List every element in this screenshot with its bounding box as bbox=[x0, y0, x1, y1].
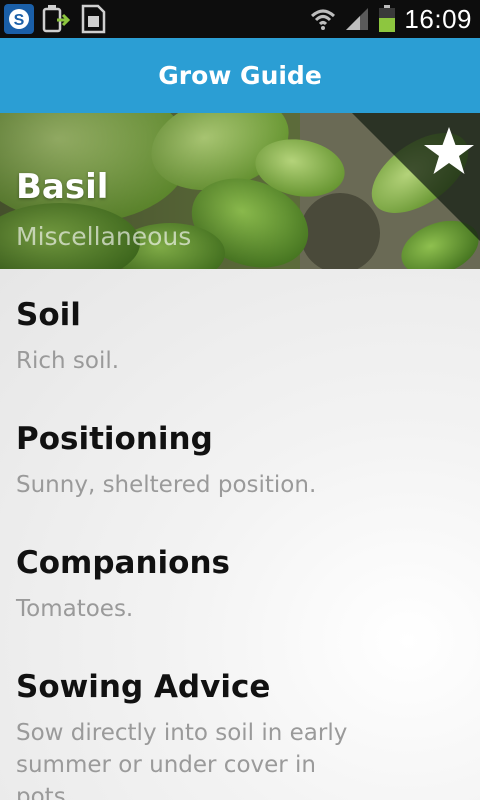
section-title: Companions bbox=[16, 545, 230, 581]
sim-card-icon bbox=[81, 4, 106, 34]
section-companions: Companions Tomatoes. bbox=[16, 545, 466, 625]
svg-text:S: S bbox=[14, 12, 25, 29]
wifi-icon bbox=[311, 9, 336, 30]
section-soil: Soil Rich soil. bbox=[16, 297, 466, 377]
section-positioning: Positioning Sunny, sheltered position. bbox=[16, 421, 466, 501]
clock: 16:09 bbox=[404, 3, 472, 34]
section-sowing-advice: Sowing Advice Sow directly into soil in … bbox=[16, 669, 376, 800]
plant-category: Miscellaneous bbox=[16, 222, 192, 251]
signal-icon bbox=[346, 8, 369, 30]
status-bar: S 16:09 bbox=[0, 0, 480, 38]
section-title: Positioning bbox=[16, 421, 213, 457]
plant-header-image: Basil Miscellaneous bbox=[0, 113, 480, 269]
battery-icon bbox=[379, 5, 396, 32]
section-title: Soil bbox=[16, 297, 81, 333]
plant-name: Basil bbox=[16, 167, 109, 207]
section-title: Sowing Advice bbox=[16, 669, 271, 705]
section-body: Rich soil. bbox=[16, 348, 120, 374]
skype-icon: S bbox=[4, 4, 34, 34]
action-bar: Grow Guide bbox=[0, 38, 480, 113]
section-body: Sow directly into soil in early summer o… bbox=[16, 720, 348, 800]
section-body: Tomatoes. bbox=[16, 596, 134, 622]
download-icon bbox=[42, 5, 71, 33]
app-title: Grow Guide bbox=[158, 61, 322, 90]
guide-content[interactable]: Soil Rich soil. Positioning Sunny, shelt… bbox=[0, 269, 480, 800]
favorite-button[interactable] bbox=[352, 113, 480, 241]
section-body: Sunny, sheltered position. bbox=[16, 472, 317, 498]
